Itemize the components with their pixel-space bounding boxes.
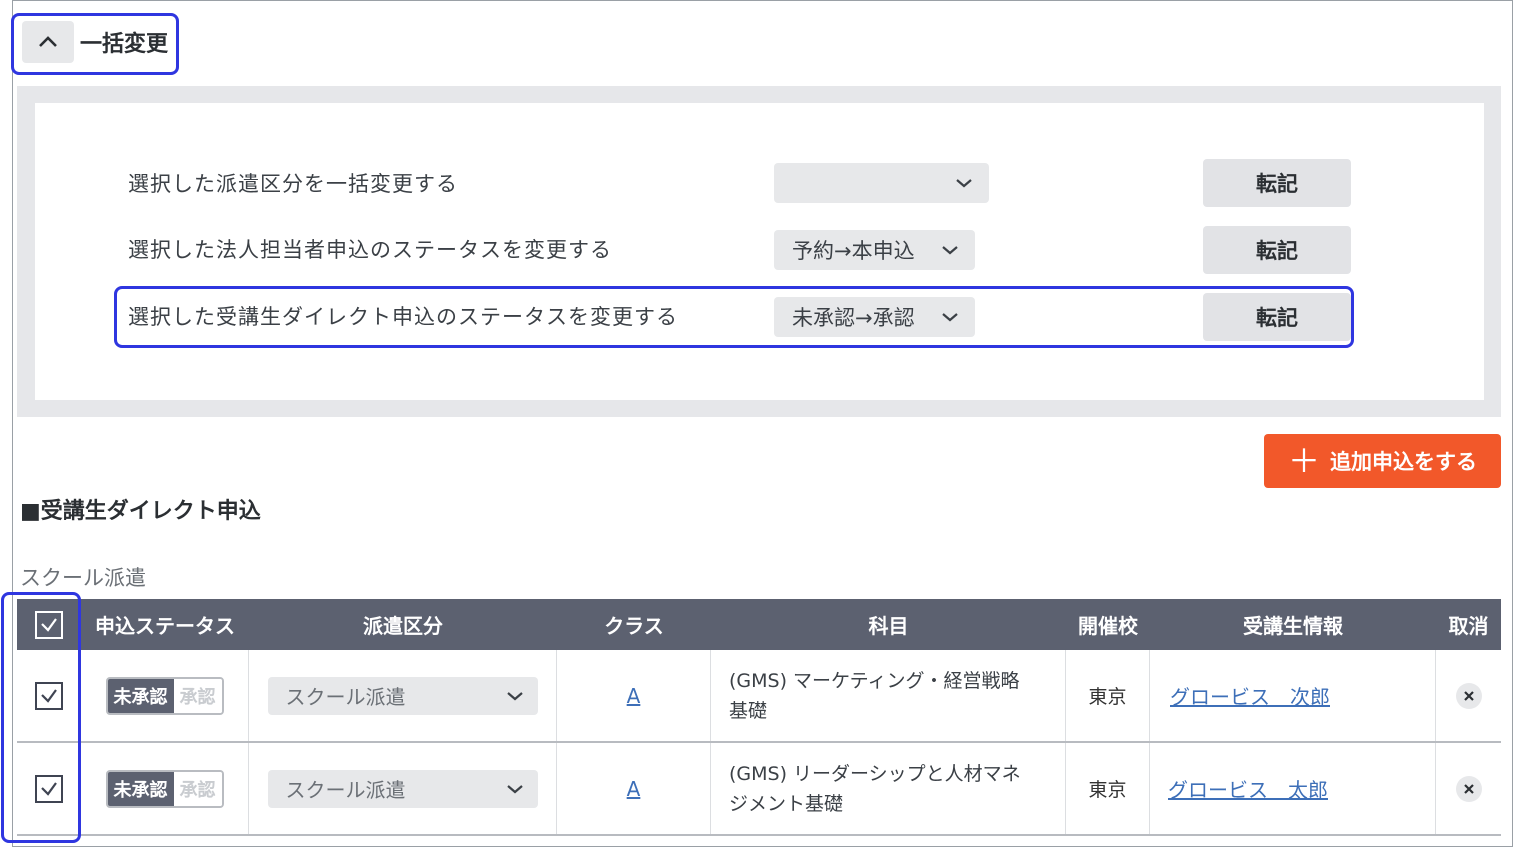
plus-icon: ＋: [1287, 442, 1320, 480]
header-dispatch: 派遣区分: [363, 614, 443, 638]
status-unapproved[interactable]: 未承認: [107, 678, 174, 713]
checkbox-checked-icon[interactable]: [34, 774, 63, 803]
status-approved[interactable]: 承認: [173, 771, 222, 806]
row-checkbox-cell: [17, 743, 81, 834]
student-link[interactable]: グロービス 次郎: [1170, 681, 1330, 710]
dispatch-cell: スクール派遣: [249, 743, 557, 834]
close-icon[interactable]: [1455, 775, 1482, 802]
table-header: 申込ステータス 派遣区分 クラス 科目 開催校 受講生情報 取消: [17, 599, 1501, 650]
subject-line: 基礎: [729, 699, 768, 722]
table-row: 未承認 承認 スクール派遣 A (GMS) マーケティング・経営戦略 基礎 東京…: [17, 650, 1501, 743]
bulk-row-label: 選択した受講生ダイレクト申込のステータスを変更する: [128, 305, 678, 329]
school-cell: 東京: [1066, 743, 1150, 834]
status-toggle[interactable]: 未承認 承認: [105, 769, 224, 808]
student-cell: グロービス 太郎: [1150, 743, 1436, 834]
select-value: 未承認→承認: [792, 306, 915, 330]
school-cell: 東京: [1066, 650, 1150, 741]
corporate-status-select[interactable]: 予約→本申込: [774, 230, 975, 270]
section-title: ■受講生ダイレクト申込: [20, 499, 261, 524]
bulk-change-toggle[interactable]: 一括変更: [22, 20, 172, 64]
status-cell: 未承認 承認: [81, 743, 249, 834]
dispatch-cell: スクール派遣: [249, 650, 557, 741]
chevron-up-icon[interactable]: [22, 21, 74, 63]
cancel-cell: [1436, 743, 1501, 834]
dispatch-row-select[interactable]: スクール派遣: [267, 769, 538, 808]
transfer-button-3[interactable]: 転記: [1203, 293, 1351, 341]
bulk-row-dispatch: 選択した派遣区分を一括変更する: [128, 159, 458, 207]
add-application-button[interactable]: ＋ 追加申込をする: [1264, 434, 1501, 488]
subject-cell: (GMS) リーダーシップと人材マネ ジメント基礎: [711, 743, 1066, 834]
chevron-down-icon: [956, 179, 972, 188]
status-approved[interactable]: 承認: [173, 678, 222, 713]
close-icon[interactable]: [1455, 682, 1482, 709]
header-student: 受講生情報: [1243, 614, 1343, 638]
dispatch-row-select[interactable]: スクール派遣: [267, 676, 538, 715]
chevron-down-icon: [506, 691, 523, 700]
checkbox-checked-icon[interactable]: [35, 610, 63, 639]
subject-line: ジメント基礎: [729, 792, 844, 815]
bulk-row-corporate: 選択した法人担当者申込のステータスを変更する: [128, 225, 612, 273]
select-value: スクール派遣: [285, 685, 406, 709]
subject-cell: (GMS) マーケティング・経営戦略 基礎: [711, 650, 1066, 741]
chevron-down-icon: [942, 313, 958, 322]
transfer-button-1[interactable]: 転記: [1203, 159, 1351, 207]
row-checkbox-cell: [17, 650, 81, 741]
cancel-cell: [1436, 650, 1501, 741]
class-cell: A: [557, 743, 711, 834]
table-row: 未承認 承認 スクール派遣 A (GMS) リーダーシップと人材マネ ジメント基…: [17, 743, 1501, 836]
header-school: 開催校: [1078, 614, 1138, 638]
add-application-label: 追加申込をする: [1330, 450, 1477, 474]
status-unapproved[interactable]: 未承認: [107, 771, 174, 806]
header-checkbox-cell: [17, 599, 81, 650]
class-cell: A: [557, 650, 711, 741]
chevron-down-icon: [506, 784, 523, 793]
status-toggle[interactable]: 未承認 承認: [105, 676, 224, 715]
header-subject: 科目: [868, 614, 909, 638]
header-cancel: 取消: [1448, 614, 1489, 638]
header-class: クラス: [604, 614, 664, 638]
class-link[interactable]: A: [627, 684, 641, 708]
bulk-change-label: 一括変更: [80, 32, 169, 57]
student-link[interactable]: グロービス 太郎: [1168, 774, 1328, 803]
select-value: スクール派遣: [285, 778, 406, 802]
bulk-row-label: 選択した派遣区分を一括変更する: [128, 172, 458, 196]
bulk-row-label: 選択した法人担当者申込のステータスを変更する: [128, 238, 612, 262]
bulk-row-direct: 選択した受講生ダイレクト申込のステータスを変更する: [128, 292, 678, 340]
checkbox-checked-icon[interactable]: [34, 681, 63, 710]
header-status: 申込ステータス: [95, 614, 235, 638]
status-cell: 未承認 承認: [81, 650, 249, 741]
direct-status-select[interactable]: 未承認→承認: [774, 297, 975, 337]
student-cell: グロービス 次郎: [1150, 650, 1436, 741]
subject-line: (GMS) マーケティング・経営戦略: [729, 669, 1020, 692]
class-link[interactable]: A: [627, 777, 641, 801]
select-value: 予約→本申込: [792, 239, 915, 263]
dispatch-select[interactable]: [774, 163, 989, 203]
subject-line: (GMS) リーダーシップと人材マネ: [729, 762, 1021, 785]
chevron-down-icon: [942, 246, 958, 255]
transfer-button-2[interactable]: 転記: [1203, 226, 1351, 274]
section-subtitle: スクール派遣: [20, 566, 146, 590]
